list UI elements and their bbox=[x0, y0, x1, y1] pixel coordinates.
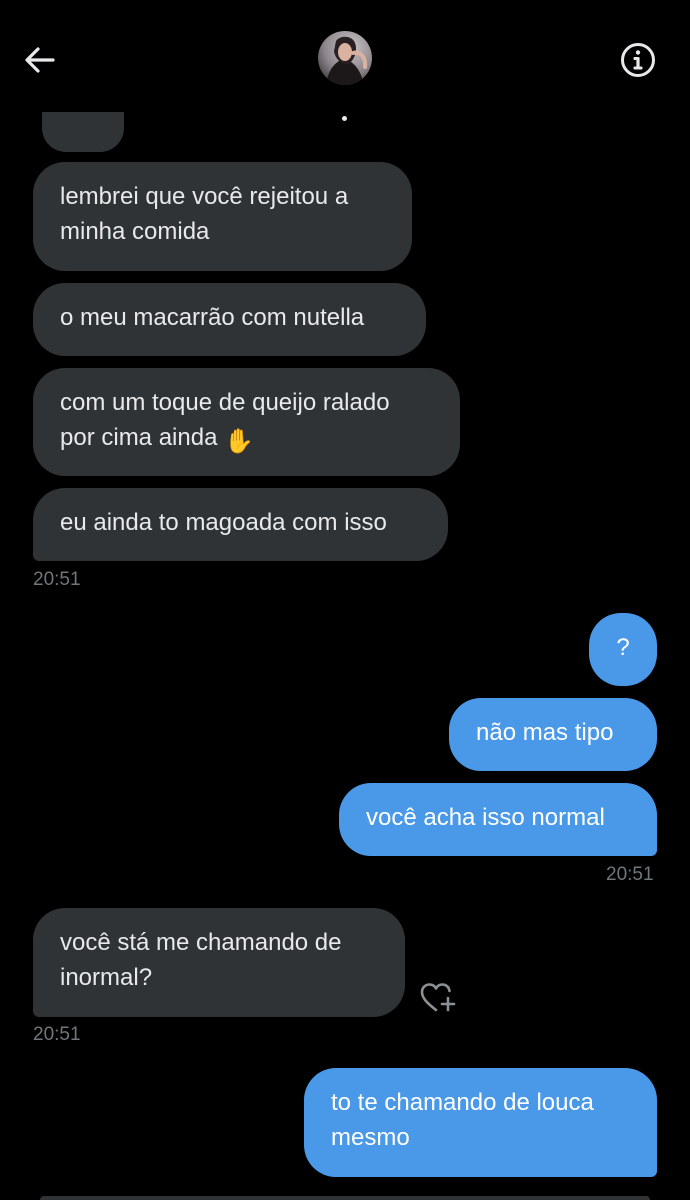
message-timestamp: 20:51 bbox=[606, 864, 654, 885]
profile-photo bbox=[318, 31, 372, 85]
info-circle-icon bbox=[621, 43, 655, 77]
outgoing-message[interactable]: você acha isso normal bbox=[339, 783, 657, 856]
outgoing-message[interactable]: ? bbox=[589, 613, 657, 686]
incoming-message[interactable]: lembrei que você rejeitou a minha comida bbox=[33, 162, 412, 271]
outgoing-message[interactable]: to te chamando de louca mesmo bbox=[304, 1068, 657, 1177]
incoming-message[interactable]: eu ainda to magoada com isso bbox=[33, 488, 448, 561]
incoming-message[interactable]: com um toque de queijo ralado por cima a… bbox=[33, 368, 460, 476]
raised-hand-emoji: ✋ bbox=[224, 428, 254, 455]
add-reaction-button[interactable] bbox=[419, 981, 459, 1015]
conversation-info-button[interactable] bbox=[619, 41, 657, 79]
conversation-header bbox=[0, 0, 690, 130]
previous-message-bubble-partial bbox=[42, 112, 124, 152]
heart-plus-icon bbox=[420, 983, 456, 1012]
status-dot bbox=[342, 116, 347, 121]
back-button[interactable] bbox=[22, 42, 58, 78]
avatar[interactable] bbox=[318, 31, 372, 85]
message-timestamp: 20:51 bbox=[33, 569, 81, 590]
message-timestamp: 20:51 bbox=[33, 1024, 81, 1045]
outgoing-message[interactable]: não mas tipo bbox=[449, 698, 657, 771]
incoming-message[interactable]: você stá me chamando de inormal? bbox=[33, 908, 405, 1017]
message-composer-edge bbox=[40, 1196, 650, 1200]
incoming-message[interactable]: o meu macarrão com nutella bbox=[33, 283, 426, 356]
arrow-left-icon bbox=[25, 47, 55, 73]
